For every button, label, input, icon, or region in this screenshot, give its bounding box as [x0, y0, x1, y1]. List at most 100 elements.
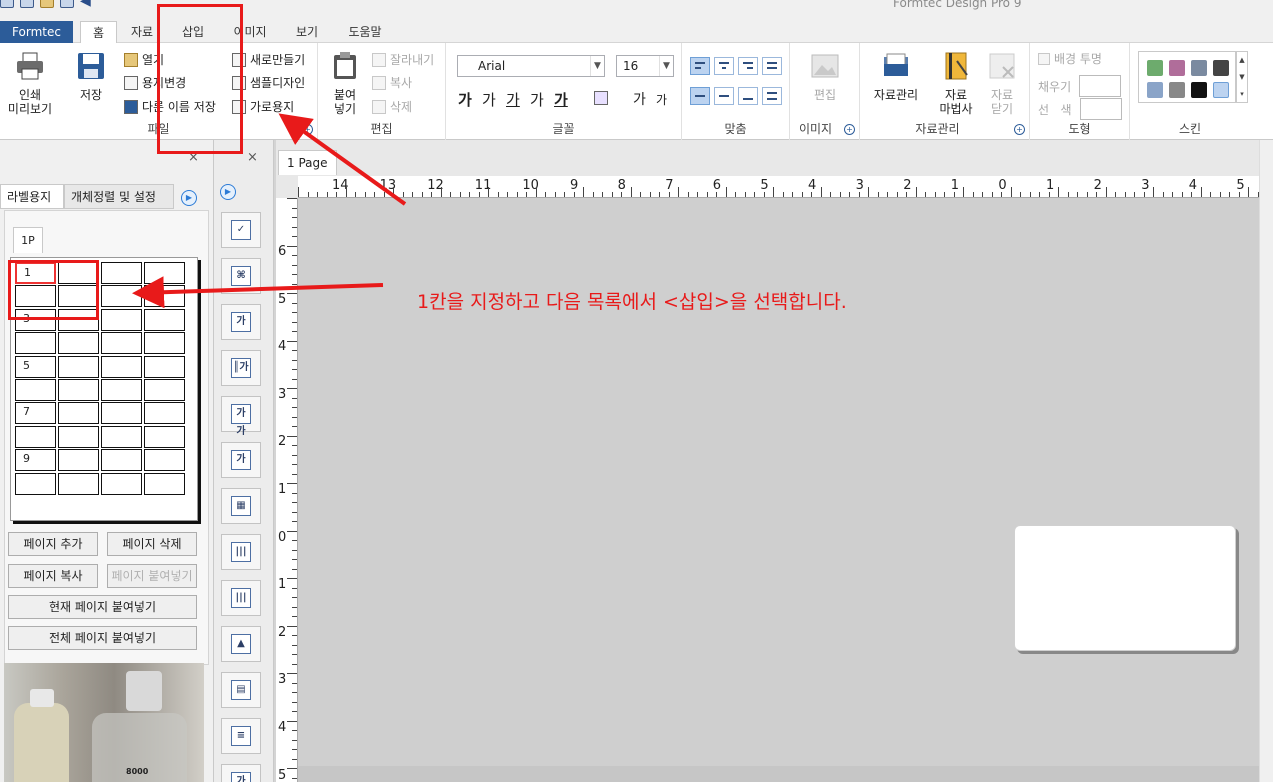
label-cell[interactable]	[144, 402, 185, 425]
align-justify-middle-icon[interactable]	[762, 87, 782, 105]
label-cell[interactable]	[101, 332, 142, 355]
skin-scroll[interactable]: ▲ ▼ ▾	[1236, 51, 1248, 103]
skin-green-icon[interactable]	[1147, 60, 1163, 76]
paste-all-pages-button[interactable]: 전체 페이지 붙여넣기	[8, 626, 197, 650]
label-cell[interactable]	[15, 379, 56, 401]
label-cell[interactable]	[15, 425, 56, 448]
skin-light-icon[interactable]	[1213, 82, 1229, 98]
horizontal-scrollbar[interactable]	[298, 766, 1259, 782]
select-tool[interactable]: ✓	[221, 212, 261, 248]
label-cell[interactable]	[58, 449, 99, 472]
qr-tool[interactable]: ▦	[221, 488, 261, 524]
barcode-tool[interactable]: |||	[221, 534, 261, 570]
label-cell[interactable]	[58, 332, 99, 355]
label-cell[interactable]: 7	[15, 402, 56, 425]
image-launcher-icon[interactable]: +	[844, 124, 855, 135]
skin-silver-icon[interactable]	[1169, 82, 1185, 98]
label-cell[interactable]	[101, 425, 142, 448]
tab-file[interactable]: Formtec	[0, 21, 73, 43]
label-cell[interactable]	[101, 379, 142, 401]
tab-help[interactable]: 도움말	[340, 21, 390, 43]
fill-swatch[interactable]	[1079, 75, 1122, 97]
label-cell[interactable]	[15, 332, 56, 355]
data-manage-button[interactable]: 자료관리	[868, 51, 924, 102]
align-middle-right-icon[interactable]	[738, 87, 758, 105]
delete-page-button[interactable]: 페이지 삭제	[107, 532, 197, 556]
label-cell[interactable]	[58, 425, 99, 448]
align-top-right-icon[interactable]	[738, 57, 758, 75]
copy-page-button[interactable]: 페이지 복사	[8, 564, 98, 588]
shape-tool[interactable]: ⌘	[221, 258, 261, 294]
label-cell[interactable]	[144, 379, 185, 401]
image-tool[interactable]: ▲	[221, 626, 261, 662]
skin-blue-icon[interactable]	[1147, 82, 1163, 98]
data-launcher-icon[interactable]: +	[1014, 124, 1025, 135]
label-cell[interactable]	[144, 355, 185, 378]
add-page-button[interactable]: 페이지 추가	[8, 532, 98, 556]
align-middle-left-icon[interactable]	[690, 87, 710, 105]
shrink-font-button[interactable]: 가	[656, 91, 667, 108]
data-wizard-button[interactable]: 자료 마법사	[934, 51, 978, 116]
skin-gray-icon[interactable]	[1191, 60, 1207, 76]
undo-icon[interactable]: ◀	[80, 0, 94, 8]
label-cell[interactable]	[101, 262, 142, 284]
tab-object-settings[interactable]: 개체정렬 및 설정	[64, 184, 174, 209]
label-cell[interactable]	[144, 285, 185, 308]
vertical-scrollbar[interactable]	[1259, 140, 1273, 782]
label-cell[interactable]	[101, 472, 142, 495]
save-all-icon[interactable]	[20, 0, 34, 8]
tab-label-paper[interactable]: 라벨용지	[0, 184, 64, 209]
vertical-text-tool[interactable]: ║가	[221, 350, 261, 386]
skin-dark-icon[interactable]	[1213, 60, 1229, 76]
save-button[interactable]: 저장	[72, 51, 110, 102]
label-cell[interactable]: 5	[15, 355, 56, 378]
tab-view[interactable]: 보기	[287, 21, 327, 43]
sheet-tab-1p[interactable]: 1P	[13, 227, 43, 253]
align-middle-center-icon[interactable]	[714, 87, 734, 105]
label-cell[interactable]	[144, 449, 185, 472]
label-preview[interactable]	[1014, 525, 1236, 651]
label-cell[interactable]	[101, 402, 142, 425]
skin-gallery[interactable]	[1138, 51, 1236, 103]
document-tool[interactable]: ≡	[221, 718, 261, 754]
strike-button[interactable]: 가	[530, 89, 544, 110]
label-cell[interactable]	[144, 425, 185, 448]
delete-button[interactable]: 삭제	[372, 98, 412, 115]
underline-button[interactable]: 가	[506, 89, 520, 110]
align-top-left-icon[interactable]	[690, 57, 710, 75]
page-tab-1[interactable]: 1 Page	[278, 150, 337, 175]
open-icon[interactable]	[40, 0, 54, 8]
label-cell[interactable]	[144, 472, 185, 495]
save-icon[interactable]	[0, 0, 14, 8]
italic-button[interactable]: 가	[482, 89, 496, 110]
label-cell[interactable]	[58, 355, 99, 378]
play-icon[interactable]: ▶	[181, 190, 197, 206]
print-preview-button[interactable]: 인쇄 미리보기	[4, 51, 56, 116]
close-icon[interactable]: ×	[247, 150, 258, 165]
bold-text-tool[interactable]: 가	[221, 764, 261, 782]
font-name-select[interactable]: Arial ▼	[457, 55, 605, 77]
fill-color-picker[interactable]: 채우기	[1038, 75, 1122, 97]
font-size-select[interactable]: 16 ▼	[616, 55, 674, 77]
work-area[interactable]	[298, 198, 1259, 768]
line-swatch[interactable]	[1079, 98, 1122, 120]
grow-font-button[interactable]: 가	[633, 89, 646, 109]
paste-page-button[interactable]: 페이지 붙여넣기	[107, 564, 197, 588]
multi-text-tool[interactable]: 가가	[221, 396, 261, 437]
copy-button[interactable]: 복사	[372, 74, 412, 91]
label-cell[interactable]	[101, 355, 142, 378]
tab-home[interactable]: 홈	[80, 21, 117, 44]
bg-transparent-checkbox[interactable]: 배경 투명	[1038, 50, 1102, 67]
line-color-picker[interactable]: 선 색	[1038, 98, 1122, 120]
label-cell[interactable]	[144, 262, 185, 284]
text-tool[interactable]: 가	[221, 304, 261, 340]
image-edit-button[interactable]: 편집	[806, 51, 844, 102]
label-cell[interactable]	[15, 472, 56, 495]
data-close-button[interactable]: 자료 닫기	[982, 51, 1022, 116]
paste-current-page-button[interactable]: 현재 페이지 붙여넣기	[8, 595, 197, 619]
label-cell[interactable]	[58, 402, 99, 425]
label-cell[interactable]: 9	[15, 449, 56, 472]
cut-button[interactable]: 잘라내기	[372, 51, 434, 68]
paste-button[interactable]: 붙여 넣기	[326, 51, 364, 116]
align-top-center-icon[interactable]	[714, 57, 734, 75]
